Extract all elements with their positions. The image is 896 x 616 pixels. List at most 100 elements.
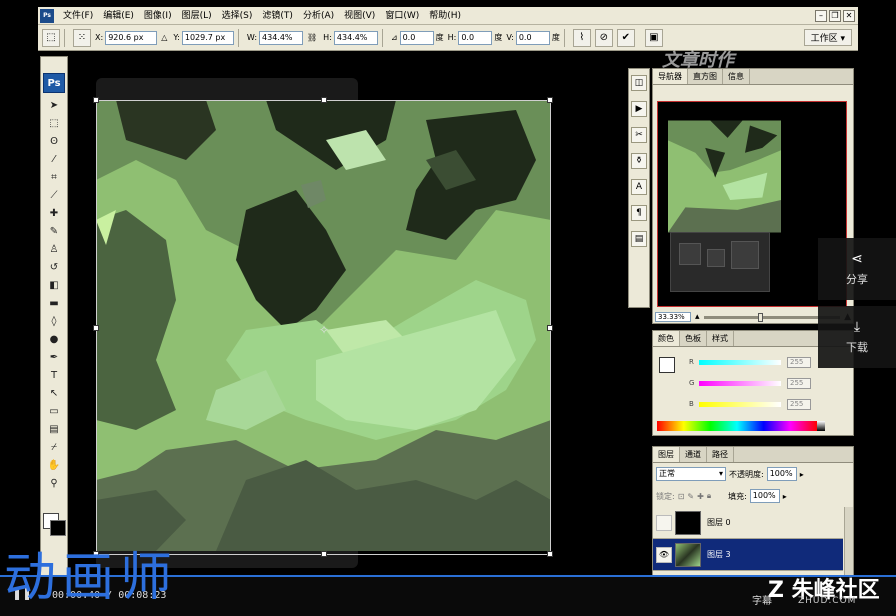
menu-help[interactable]: 帮助(H) [424,7,466,25]
zoom-out-icon[interactable]: ▴ [695,312,700,322]
lock-position-icon[interactable]: ✚ [697,492,704,501]
red-value[interactable]: 255 [787,356,811,368]
tab-color[interactable]: 颜色 [653,331,680,346]
path-select-icon[interactable]: ↖ [46,385,62,401]
hand-tool-icon[interactable]: ✋ [46,457,62,473]
color-spectrum-bw[interactable] [817,421,825,431]
healing-brush-icon[interactable]: ✚ [46,205,62,221]
dodge-tool-icon[interactable]: ● [46,331,62,347]
blur-tool-icon[interactable]: ◊ [46,313,62,329]
reference-point-icon[interactable]: ⁙ [73,28,91,47]
transform-handle[interactable] [547,325,553,331]
slice-tool-icon[interactable]: ⟋ [46,187,62,203]
crop-tool-icon[interactable]: ⌗ [46,169,62,185]
x-field[interactable]: 920.6 px [105,30,158,45]
tab-layers[interactable]: 图层 [653,447,680,462]
tab-channels[interactable]: 通道 [680,447,707,462]
fill-arrow-icon[interactable]: ▸ [783,492,787,501]
transform-handle[interactable] [321,551,327,557]
zoom-tool-icon[interactable]: ⚲ [46,475,62,491]
background-color-swatch[interactable] [50,520,66,536]
cancel-transform-icon[interactable]: ⊘ [594,28,613,47]
blue-slider[interactable] [699,401,781,407]
gradient-tool-icon[interactable]: ▬ [46,295,62,311]
transform-bounding-box[interactable]: ✧ [93,97,553,557]
palette-well-icon[interactable]: ▣ [644,28,663,47]
workspace-button[interactable]: 工作区 ▾ [803,29,852,46]
minimize-icon[interactable]: – [815,9,827,22]
transform-handle[interactable] [93,325,99,331]
transform-center-icon[interactable]: ✧ [319,323,329,337]
transform-handle[interactable] [321,97,327,103]
green-slider[interactable] [699,380,781,386]
tools-dock-icon[interactable]: ✂ [631,127,647,143]
tab-swatches[interactable]: 色板 [680,331,707,346]
hskew-field[interactable]: 0.0 [458,30,493,45]
height-field[interactable]: 434.4% [333,30,378,45]
type-tool-icon[interactable]: T [46,367,62,383]
width-field[interactable]: 434.4% [259,30,304,45]
move-tool-icon[interactable]: ➤ [46,97,62,113]
close-icon[interactable]: ✕ [843,9,855,22]
tab-histogram[interactable]: 直方图 [688,69,723,84]
eyedropper-icon[interactable]: ⌿ [46,439,62,455]
restore-icon[interactable]: ❐ [829,9,841,22]
brush-tool-icon[interactable]: ✎ [46,223,62,239]
color-fg-swatch[interactable] [659,357,675,373]
blend-mode-select[interactable]: 正常 ▾ [656,467,726,481]
lock-transparency-icon[interactable]: ⊡ [678,492,685,501]
menu-filter[interactable]: 滤镜(T) [257,7,298,25]
menu-file[interactable]: 文件(F) [58,7,98,25]
shape-tool-icon[interactable]: ▭ [46,403,62,419]
notes-tool-icon[interactable]: ▤ [46,421,62,437]
pen-tool-icon[interactable]: ✒ [46,349,62,365]
red-slider[interactable] [699,359,781,365]
clone-dock-icon[interactable]: ⚱ [631,153,647,169]
histogram-dock-icon[interactable]: ▶ [631,101,647,117]
menu-image[interactable]: 图像(I) [139,7,177,25]
menu-view[interactable]: 视图(V) [339,7,380,25]
paragraph-dock-icon[interactable]: ¶ [631,205,647,221]
lock-pixels-icon[interactable]: ✎ [687,492,694,501]
transform-handle[interactable] [93,97,99,103]
tab-paths[interactable]: 路径 [707,447,734,462]
y-field[interactable]: 1029.7 px [181,30,234,45]
zoom-slider-knob[interactable] [758,312,764,322]
magic-wand-icon[interactable]: ⁄ [46,151,62,167]
color-spectrum[interactable] [657,421,817,431]
navigator-dock-icon[interactable]: ◫ [631,75,647,91]
character-dock-icon[interactable]: A [631,179,647,195]
tool-preset-icon[interactable]: ⬚ [42,28,60,47]
zoom-field[interactable]: 33.33% [655,312,691,322]
layer-row[interactable]: 图层 0 [653,507,843,539]
menu-analysis[interactable]: 分析(A) [298,7,339,25]
vskew-field[interactable]: 0.0 [515,30,550,45]
menu-edit[interactable]: 编辑(E) [98,7,139,25]
warp-icon[interactable]: ⌇ [572,28,591,47]
opacity-arrow-icon[interactable]: ▸ [800,470,804,479]
fill-field[interactable]: 100% [749,489,780,503]
share-button[interactable]: ⋖ 分享 [818,238,896,300]
tab-styles[interactable]: 样式 [707,331,734,346]
lock-all-icon[interactable]: 🔒︎ [707,491,711,501]
menu-layer[interactable]: 图层(L) [177,7,217,25]
angle-field[interactable]: 0.0 [399,30,434,45]
commit-transform-icon[interactable]: ✔ [616,28,635,47]
tab-navigator[interactable]: 导航器 [653,69,688,84]
tab-info[interactable]: 信息 [723,69,750,84]
clone-stamp-icon[interactable]: ♙ [46,241,62,257]
layer-visibility-toggle[interactable] [656,514,672,531]
blue-value[interactable]: 255 [787,398,811,410]
transform-handle[interactable] [547,97,553,103]
link-icon[interactable]: ⛓ [307,33,317,42]
opacity-field[interactable]: 100% [766,467,797,481]
transform-handle[interactable] [547,551,553,557]
menu-select[interactable]: 选择(S) [217,7,258,25]
layers-scrollbar[interactable] [844,507,853,575]
marquee-tool-icon[interactable]: ⬚ [46,115,62,131]
eraser-tool-icon[interactable]: ◧ [46,277,62,293]
lasso-tool-icon[interactable]: ʘ [46,133,62,149]
eye-icon[interactable]: 👁︎ [656,546,672,563]
layer-row-selected[interactable]: 👁︎ 图层 3 [653,539,843,571]
menu-window[interactable]: 窗口(W) [380,7,424,25]
